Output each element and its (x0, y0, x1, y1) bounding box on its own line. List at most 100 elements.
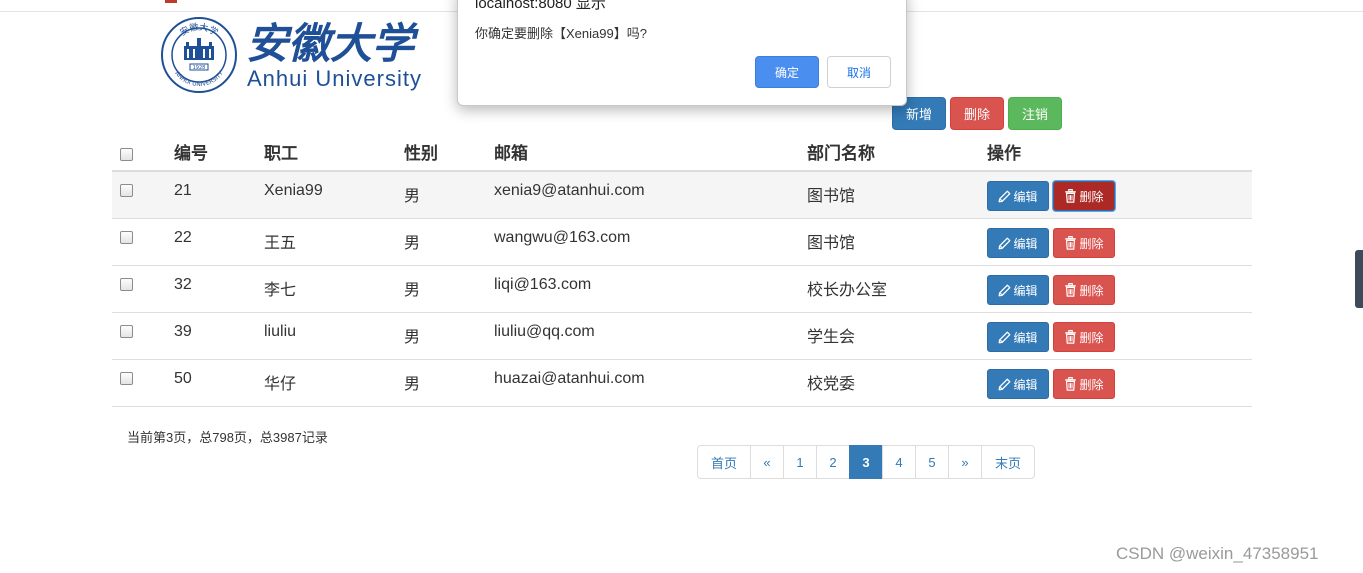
table-row: 21 Xenia99 男 xenia9@atanhui.com 图书馆 编辑 删除 (112, 172, 1252, 219)
cell-id: 32 (174, 276, 192, 293)
side-panel-handle[interactable] (1355, 250, 1363, 308)
cell-dept: 图书馆 (807, 188, 856, 205)
cell-gender: 男 (404, 282, 421, 299)
page-prev[interactable]: « (750, 445, 784, 479)
cell-dept: 学生会 (807, 329, 856, 346)
edit-label: 编辑 (1013, 189, 1038, 204)
delete-button[interactable]: 删除 (1053, 322, 1115, 352)
trash-icon (1065, 283, 1077, 297)
page-last[interactable]: 末页 (981, 445, 1035, 479)
trash-icon (1065, 189, 1077, 203)
page-3-current[interactable]: 3 (849, 445, 883, 479)
edit-button[interactable]: 编辑 (987, 322, 1049, 352)
row-checkbox[interactable] (120, 325, 133, 338)
cell-email: xenia9@atanhui.com (494, 182, 645, 199)
edit-label: 编辑 (1013, 283, 1038, 298)
cell-email: huazai@atanhui.com (494, 370, 645, 387)
trash-icon (1065, 236, 1077, 250)
pagination: 首页 « 1 2 3 4 5 » 末页 (697, 445, 1035, 479)
cell-name: Xenia99 (264, 182, 323, 199)
employee-table: 编号 职工 性别 邮箱 部门名称 操作 21 Xenia99 男 xenia9@ata… (112, 130, 1252, 407)
page-4[interactable]: 4 (882, 445, 916, 479)
delete-label: 删除 (1079, 377, 1104, 392)
dialog-message: 你确定要删除【Xenia99】吗? (475, 26, 647, 41)
cell-dept: 图书馆 (807, 235, 856, 252)
trash-icon (1065, 377, 1077, 391)
cell-gender: 男 (404, 376, 421, 393)
header-gender: 性别 (404, 144, 438, 163)
cell-gender: 男 (404, 235, 421, 252)
chinese-name-text: 安徽大学 (246, 19, 419, 68)
confirm-dialog: localhost:8080 显示 你确定要删除【Xenia99】吗? 确定 取… (457, 0, 907, 106)
university-english-name: Anhui University (247, 66, 422, 91)
dialog-title: localhost:8080 显示 (475, 0, 606, 12)
table-row: 39 liuliu 男 liuliu@qq.com 学生会 编辑 删除 (112, 313, 1252, 360)
delete-button[interactable]: 删除 (1053, 369, 1115, 399)
pencil-icon (999, 190, 1011, 202)
header-email: 邮箱 (494, 144, 528, 163)
pencil-icon (999, 284, 1011, 296)
cell-dept: 校党委 (807, 376, 856, 393)
dialog-cancel-button[interactable]: 取消 (827, 56, 891, 88)
row-checkbox[interactable] (120, 231, 133, 244)
watermark: CSDN @weixin_47358951 (1116, 544, 1319, 563)
row-checkbox[interactable] (120, 372, 133, 385)
page-first[interactable]: 首页 (697, 445, 751, 479)
page-1[interactable]: 1 (783, 445, 817, 479)
logout-button[interactable]: 注销 (1008, 97, 1062, 130)
edit-button[interactable]: 编辑 (987, 228, 1049, 258)
trash-icon (1065, 330, 1077, 344)
cell-email: liuliu@qq.com (494, 323, 595, 340)
header-actions: 操作 (987, 144, 1021, 163)
cell-gender: 男 (404, 188, 421, 205)
university-seal-icon: 安徽大学 ANHUI UNIVERSITY 1928 (161, 17, 237, 93)
edit-label: 编辑 (1013, 236, 1038, 251)
cell-email: wangwu@163.com (494, 229, 631, 246)
row-checkbox[interactable] (120, 278, 133, 291)
batch-delete-button[interactable]: 删除 (950, 97, 1004, 130)
page-5[interactable]: 5 (915, 445, 949, 479)
table-row: 22 王五 男 wangwu@163.com 图书馆 编辑 删除 (112, 219, 1252, 266)
table-body: 21 Xenia99 男 xenia9@atanhui.com 图书馆 编辑 删除 22 王五男… (112, 172, 1252, 407)
delete-button[interactable]: 删除 (1053, 228, 1115, 258)
delete-button[interactable]: 删除 (1053, 275, 1115, 305)
select-all-checkbox[interactable] (120, 148, 133, 161)
edit-button[interactable]: 编辑 (987, 369, 1049, 399)
page-2[interactable]: 2 (816, 445, 850, 479)
edit-button[interactable]: 编辑 (987, 181, 1049, 211)
page-next[interactable]: » (948, 445, 982, 479)
browser-tab-indicator (165, 0, 177, 3)
dialog-ok-button[interactable]: 确定 (755, 56, 819, 88)
cell-name: 李七 (264, 282, 297, 299)
edit-label: 编辑 (1013, 377, 1038, 392)
seal-year: 1928 (193, 65, 206, 71)
header-name: 职工 (264, 144, 298, 163)
cell-gender: 男 (404, 329, 421, 346)
table-row: 32 李七 男 liqi@163.com 校长办公室 编辑 删除 (112, 266, 1252, 313)
delete-label: 删除 (1079, 189, 1104, 204)
seal-top-text: 安徽大学 (178, 21, 221, 39)
anhui-university-logo: 安徽大学 ANHUI UNIVERSITY 1928 安徽大学 Anhui Un… (160, 16, 430, 96)
cell-email: liqi@163.com (494, 276, 592, 293)
cell-id: 50 (174, 370, 192, 387)
delete-button[interactable]: 删除 (1053, 181, 1115, 211)
university-chinese-name: 安徽大学 (246, 19, 419, 68)
cell-name: liuliu (264, 323, 297, 340)
cell-id: 39 (174, 323, 192, 340)
cell-id: 21 (174, 182, 192, 199)
pencil-icon (999, 237, 1011, 249)
svg-text:ANHUI UNIVERSITY: ANHUI UNIVERSITY (173, 70, 225, 88)
delete-label: 删除 (1079, 330, 1104, 345)
cell-id: 22 (174, 229, 192, 246)
cell-name: 华仔 (264, 376, 297, 393)
row-checkbox[interactable] (120, 184, 133, 197)
table-row: 50 华仔 男 huazai@atanhui.com 校党委 编辑 删除 (112, 360, 1252, 407)
edit-button[interactable]: 编辑 (987, 275, 1049, 305)
table-header: 编号 职工 性别 邮箱 部门名称 操作 (112, 130, 1252, 172)
header-dept: 部门名称 (807, 144, 875, 163)
cell-name: 王五 (264, 235, 297, 252)
svg-text:安徽大学: 安徽大学 (178, 21, 221, 39)
seal-bottom-text: ANHUI UNIVERSITY (173, 70, 225, 88)
cell-dept: 校长办公室 (807, 282, 888, 299)
pencil-icon (999, 331, 1011, 343)
